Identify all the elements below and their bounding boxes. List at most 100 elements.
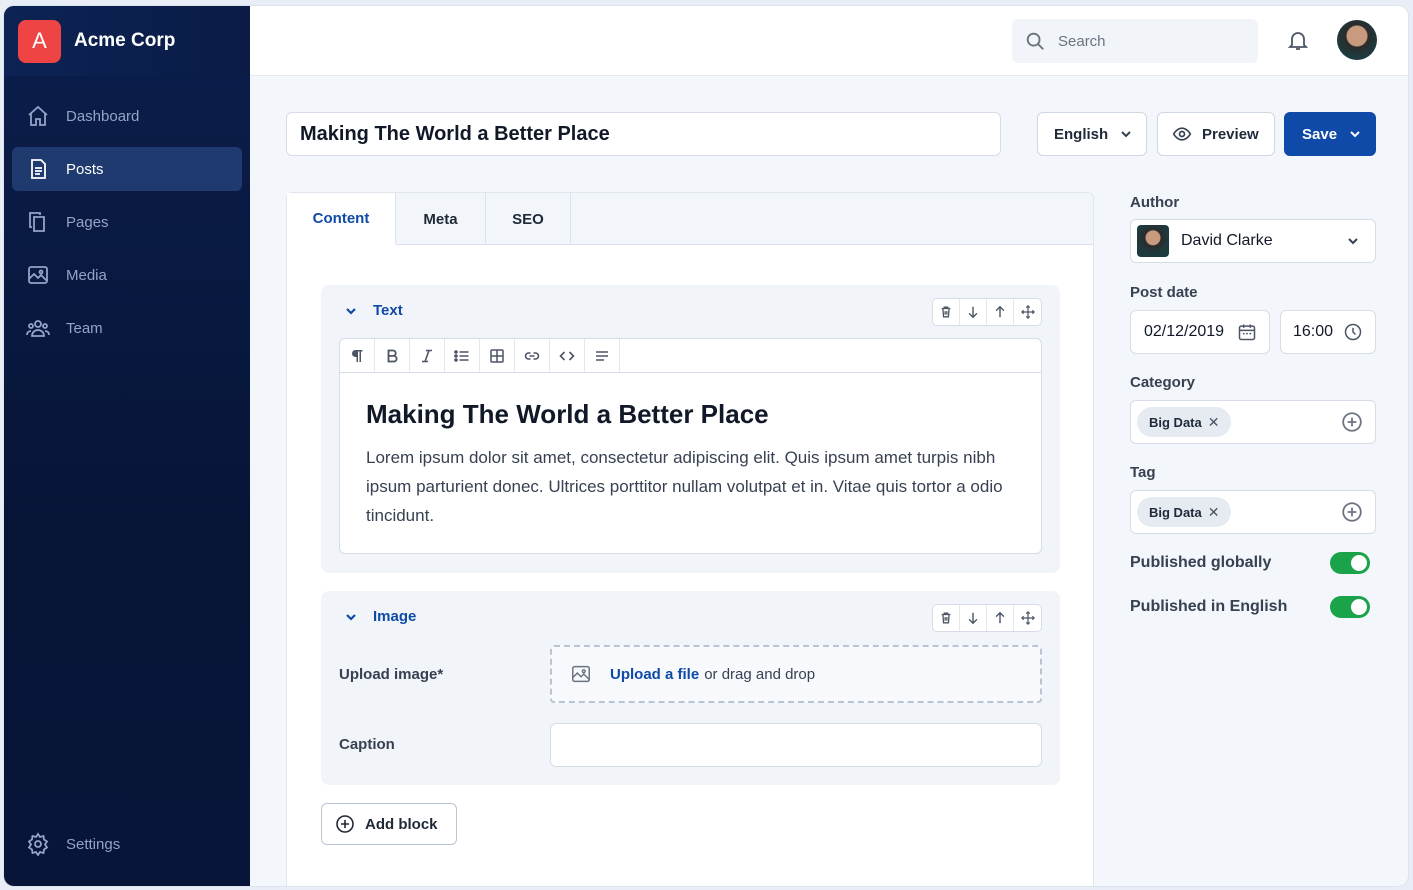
content-card: Content Meta SEO Text Making The World a… [286,192,1094,886]
image-block: Image Upload image* Upload a file or dra… [321,591,1060,785]
published-globally-label: Published globally [1130,554,1272,571]
text-block-header[interactable]: Text [343,302,403,319]
delete-block-button[interactable] [933,605,960,631]
post-date-label: Post date [1130,284,1198,301]
upload-hint: or drag and drop [704,665,816,683]
tag-field[interactable]: Big Data ✕ [1130,490,1376,534]
align-button[interactable] [585,339,620,372]
chip-label: Big Data [1149,414,1202,430]
add-block-label: Add block [365,815,438,833]
save-label: Save [1302,125,1338,143]
paragraph-button[interactable] [340,339,375,372]
preview-label: Preview [1202,125,1259,143]
move-up-button[interactable] [987,299,1014,325]
published-globally-toggle[interactable] [1330,552,1370,574]
delete-block-button[interactable] [933,299,960,325]
time-field[interactable]: 16:00 [1280,310,1376,354]
rich-text-editor[interactable]: Making The World a Better Place Lorem ip… [339,338,1042,554]
block-tools [932,298,1042,326]
chevron-down-icon [1121,131,1131,138]
align-left-icon [596,350,608,361]
sidebar-item-label: Media [66,266,107,284]
sidebar: A Acme Corp Dashboard Posts Pages Media [4,6,250,886]
tab-meta[interactable]: Meta [396,193,486,245]
users-icon [26,320,50,337]
link-button[interactable] [515,339,550,372]
caption-label: Caption [339,736,395,753]
clock-icon[interactable] [1343,322,1363,342]
bold-button[interactable] [375,339,410,372]
caption-input[interactable] [550,723,1042,767]
sidebar-nav: Dashboard Posts Pages Media Team [4,76,250,350]
link-icon [524,351,540,360]
time-value: 16:00 [1293,323,1334,340]
sidebar-item-dashboard[interactable]: Dashboard [12,94,242,138]
trash-icon [941,612,951,624]
code-button[interactable] [550,339,585,372]
trash-icon [941,306,951,318]
search-box[interactable] [1012,19,1258,63]
bold-icon [387,349,398,362]
author-avatar [1137,225,1169,257]
upload-dropzone[interactable]: Upload a file or drag and drop [550,645,1042,703]
sidebar-item-media[interactable]: Media [12,253,242,297]
published-english-row: Published in English [1130,595,1370,619]
image-block-header[interactable]: Image [343,608,416,625]
sidebar-item-team[interactable]: Team [12,306,242,350]
table-icon [490,348,504,363]
move-icon [1020,305,1035,319]
editor-heading: Making The World a Better Place [366,399,769,429]
chevron-down-icon[interactable] [343,609,359,625]
image-icon [28,266,48,284]
list-button[interactable] [445,339,480,372]
published-globally-row: Published globally [1130,551,1370,575]
chevron-down-icon [1350,131,1360,138]
sidebar-item-label: Pages [66,213,109,231]
category-label: Category [1130,374,1196,391]
drag-handle[interactable] [1014,605,1041,631]
table-button[interactable] [480,339,515,372]
upload-image-label: Upload image* [339,666,444,683]
author-name: David Clarke [1181,232,1273,249]
remove-chip-icon[interactable]: ✕ [1208,504,1220,521]
category-chip: Big Data ✕ [1137,407,1232,437]
move-icon [1020,611,1035,625]
plus-circle-icon[interactable] [1341,411,1363,433]
category-field[interactable]: Big Data ✕ [1130,400,1376,444]
published-english-toggle[interactable] [1330,596,1370,618]
block-tools [932,604,1042,632]
upload-file-link[interactable]: Upload a file [610,666,699,683]
move-down-button[interactable] [960,299,987,325]
italic-button[interactable] [410,339,445,372]
post-title-field[interactable]: Making The World a Better Place [286,112,1001,156]
save-button[interactable]: Save [1284,112,1376,156]
add-block-button[interactable]: Add block [321,803,457,845]
move-down-button[interactable] [960,605,987,631]
drag-handle[interactable] [1014,299,1041,325]
sidebar-item-posts[interactable]: Posts [12,147,242,191]
copy-icon [29,212,45,232]
tab-seo[interactable]: SEO [486,193,571,245]
bell-icon[interactable] [1286,28,1310,52]
calendar-icon[interactable] [1237,322,1257,342]
chevron-down-icon[interactable] [343,303,359,319]
tab-content[interactable]: Content [287,193,396,245]
sidebar-item-pages[interactable]: Pages [12,200,242,244]
date-field[interactable]: 02/12/2019 [1130,310,1270,354]
eye-icon [1172,127,1192,141]
sidebar-item-settings[interactable]: Settings [12,822,242,866]
move-up-button[interactable] [987,605,1014,631]
remove-chip-icon[interactable]: ✕ [1208,414,1220,431]
sidebar-item-label: Team [66,319,103,337]
search-input[interactable] [1058,32,1228,50]
block-title: Text [373,302,403,319]
author-select[interactable]: David Clarke [1130,219,1376,263]
home-icon [28,105,48,126]
preview-button[interactable]: Preview [1157,112,1275,156]
plus-circle-icon[interactable] [1341,501,1363,523]
tag-chip: Big Data ✕ [1137,497,1232,527]
avatar[interactable] [1337,20,1377,60]
image-icon [572,665,590,683]
language-select[interactable]: English [1037,112,1147,156]
tab-bar: Content Meta SEO [287,193,1093,245]
